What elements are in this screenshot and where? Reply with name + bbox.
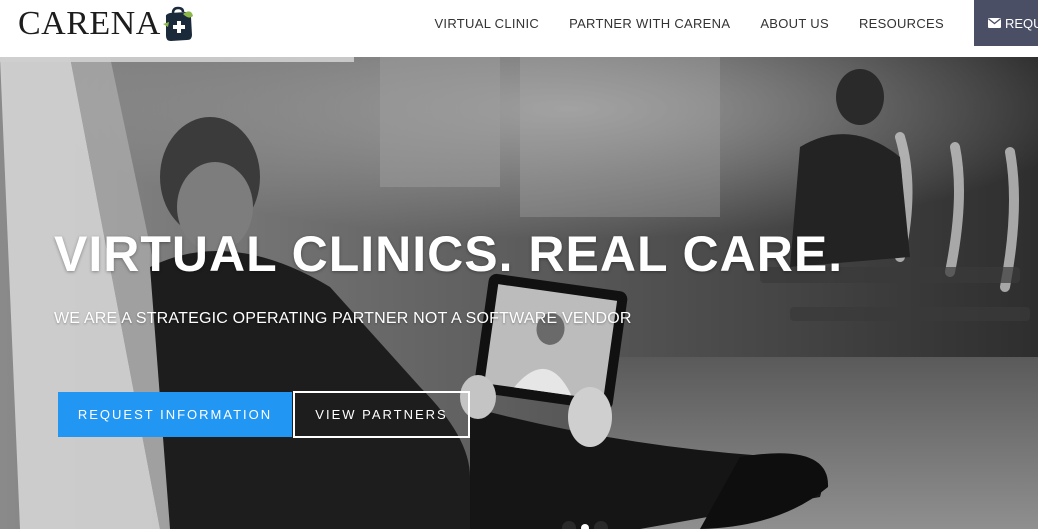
hero-title: VIRTUAL CLINICS. REAL CARE.	[54, 226, 844, 282]
medical-bag-logo-icon	[162, 6, 193, 41]
slider-dot-1[interactable]	[562, 521, 576, 529]
slider-dots	[562, 521, 613, 529]
hero-background-photo	[0, 57, 1038, 529]
hero-slider: VIRTUAL CLINICS. REAL CARE. WE ARE A STR…	[0, 57, 1038, 529]
nav-about-us[interactable]: ABOUT US	[760, 16, 829, 31]
slider-dot-3[interactable]	[594, 521, 608, 529]
logo[interactable]: CARENA	[18, 4, 197, 44]
nav-partner-with-carena[interactable]: PARTNER WITH CARENA	[569, 16, 730, 31]
hero-subtitle: WE ARE A STRATEGIC OPERATING PARTNER NOT…	[54, 310, 632, 327]
slider-dot-2[interactable]	[581, 524, 589, 529]
nav-virtual-clinic[interactable]: VIRTUAL CLINIC	[434, 16, 539, 31]
request-info-nav-button[interactable]: REQU	[974, 0, 1038, 46]
view-partners-button[interactable]: VIEW PARTNERS	[293, 391, 470, 438]
nav-resources[interactable]: RESOURCES	[859, 16, 944, 31]
main-nav: VIRTUAL CLINIC PARTNER WITH CARENA ABOUT…	[434, 0, 1038, 46]
envelope-icon	[988, 18, 1001, 28]
logo-wordmark: CARENA	[18, 5, 161, 42]
request-information-button[interactable]: REQUEST INFORMATION	[58, 392, 292, 437]
request-info-nav-label: REQU	[1005, 15, 1038, 31]
slide-progress-bar	[0, 57, 354, 62]
site-header: CARENA VIRTUAL CLINIC PARTNER WITH CAREN…	[0, 0, 1038, 57]
